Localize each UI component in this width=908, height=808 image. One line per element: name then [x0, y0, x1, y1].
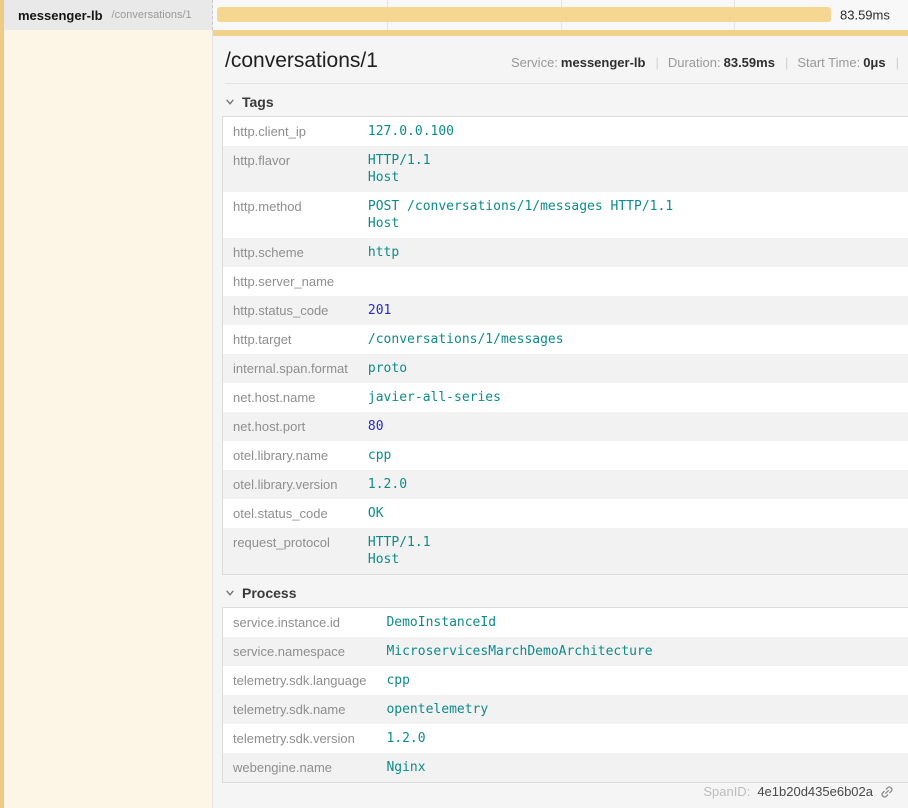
chevron-down-icon [225, 588, 235, 598]
meta-separator: | [655, 55, 658, 70]
operation-name: /conversations/1 [112, 9, 192, 21]
kv-row: net.host.namejavier-all-series [223, 383, 908, 412]
section-header-tags[interactable]: Tags [225, 94, 908, 110]
span-row-header[interactable]: messenger-lb /conversations/1 [0, 0, 213, 30]
kv-key: service.instance.id [223, 608, 377, 638]
meta-label: Start Time: [797, 55, 860, 70]
kv-key: http.client_ip [223, 117, 358, 147]
kv-value: DemoInstanceId [376, 608, 908, 638]
kv-value: Nginx [376, 753, 908, 783]
kv-value: /conversations/1/messages [358, 325, 908, 354]
detail-body: /conversations/1 Service:messenger-lb | Du… [0, 30, 908, 808]
kv-row: service.namespaceMicroservicesMarchDemoA… [223, 637, 908, 666]
kv-row: request_protocolHTTP/1.1 Host [223, 528, 908, 575]
kv-key: telemetry.sdk.name [223, 695, 377, 724]
kv-key: telemetry.sdk.version [223, 724, 377, 753]
kv-key: internal.span.format [223, 354, 358, 383]
detail-header: /conversations/1 Service:messenger-lb | Du… [213, 36, 908, 73]
operation-title: /conversations/1 [225, 49, 378, 73]
kv-row: http.client_ip127.0.0.100 [223, 117, 908, 147]
kv-key: request_protocol [223, 528, 358, 575]
spanid-footer: SpanID: 4e1b20d435e6b02a [703, 784, 894, 799]
kv-key: http.target [223, 325, 358, 354]
meta-label: Duration: [668, 55, 721, 70]
kv-row: internal.span.formatproto [223, 354, 908, 383]
span-meta: Service:messenger-lb | Duration:83.59ms | St… [511, 55, 908, 70]
header-divider [225, 83, 908, 84]
kv-key: service.namespace [223, 637, 377, 666]
kv-key: http.method [223, 192, 358, 238]
kv-key: http.status_code [223, 296, 358, 325]
tags-table: http.client_ip127.0.0.100http.flavorHTTP… [222, 116, 908, 575]
kv-row: telemetry.sdk.nameopentelemetry [223, 695, 908, 724]
kv-key: otel.status_code [223, 499, 358, 528]
kv-value: HTTP/1.1 Host [358, 528, 908, 575]
kv-row: net.host.port80 [223, 412, 908, 441]
kv-key: net.host.name [223, 383, 358, 412]
kv-value: opentelemetry [376, 695, 908, 724]
span-duration-bar[interactable] [217, 7, 831, 22]
kv-row: webengine.nameNginx [223, 753, 908, 783]
section-title: Process [242, 585, 296, 601]
kv-value: cpp [376, 666, 908, 695]
kv-row: http.server_name [223, 267, 908, 296]
kv-row: http.target/conversations/1/messages [223, 325, 908, 354]
kv-value: MicroservicesMarchDemoArchitecture [376, 637, 908, 666]
kv-row: otel.status_codeOK [223, 499, 908, 528]
section-title: Tags [242, 94, 274, 110]
deep-link-icon[interactable] [880, 785, 894, 799]
kv-value: 1.2.0 [358, 470, 908, 499]
span-row: messenger-lb /conversations/1 83.59ms [0, 0, 908, 30]
kv-row: telemetry.sdk.version1.2.0 [223, 724, 908, 753]
spanid-label: SpanID: [703, 784, 750, 799]
span-timeline: 83.59ms [213, 0, 908, 30]
trace-detail-view: messenger-lb /conversations/1 83.59ms /c… [0, 0, 908, 808]
kv-key: http.server_name [223, 267, 358, 296]
span-duration-label: 83.59ms [840, 8, 890, 23]
kv-key: telemetry.sdk.language [223, 666, 377, 695]
meta-separator: | [785, 55, 788, 70]
kv-row: http.methodPOST /conversations/1/message… [223, 192, 908, 238]
kv-value: POST /conversations/1/messages HTTP/1.1 … [358, 192, 908, 238]
spanid-value: 4e1b20d435e6b02a [757, 784, 873, 799]
kv-key: otel.library.version [223, 470, 358, 499]
kv-row: otel.library.namecpp [223, 441, 908, 470]
kv-row: http.status_code201 [223, 296, 908, 325]
kv-row: telemetry.sdk.languagecpp [223, 666, 908, 695]
kv-value: HTTP/1.1 Host [358, 146, 908, 192]
meta-separator: | [896, 55, 899, 70]
span-detail-panel: /conversations/1 Service:messenger-lb | Du… [213, 30, 908, 808]
meta-label: Service: [511, 55, 558, 70]
kv-value: javier-all-series [358, 383, 908, 412]
kv-row: otel.library.version1.2.0 [223, 470, 908, 499]
kv-value: 1.2.0 [376, 724, 908, 753]
service-name: messenger-lb [18, 8, 103, 23]
kv-value: cpp [358, 441, 908, 470]
kv-value: OK [358, 499, 908, 528]
kv-key: net.host.port [223, 412, 358, 441]
kv-key: http.scheme [223, 238, 358, 267]
kv-value: http [358, 238, 908, 267]
chevron-down-icon [225, 97, 235, 107]
meta-value: 83.59ms [724, 55, 775, 70]
kv-value: 80 [358, 412, 908, 441]
kv-value: 127.0.0.100 [358, 117, 908, 147]
kv-key: http.flavor [223, 146, 358, 192]
kv-row: http.schemehttp [223, 238, 908, 267]
kv-key: webengine.name [223, 753, 377, 783]
meta-value: messenger-lb [561, 55, 646, 70]
kv-row: service.instance.idDemoInstanceId [223, 608, 908, 638]
kv-value: proto [358, 354, 908, 383]
process-table: service.instance.idDemoInstanceIdservice… [222, 607, 908, 783]
kv-value: 201 [358, 296, 908, 325]
span-name-column [0, 30, 213, 808]
kv-key: otel.library.name [223, 441, 358, 470]
kv-row: http.flavorHTTP/1.1 Host [223, 146, 908, 192]
meta-value: 0μs [863, 55, 885, 70]
section-header-process[interactable]: Process [225, 585, 908, 601]
kv-value [358, 267, 908, 296]
